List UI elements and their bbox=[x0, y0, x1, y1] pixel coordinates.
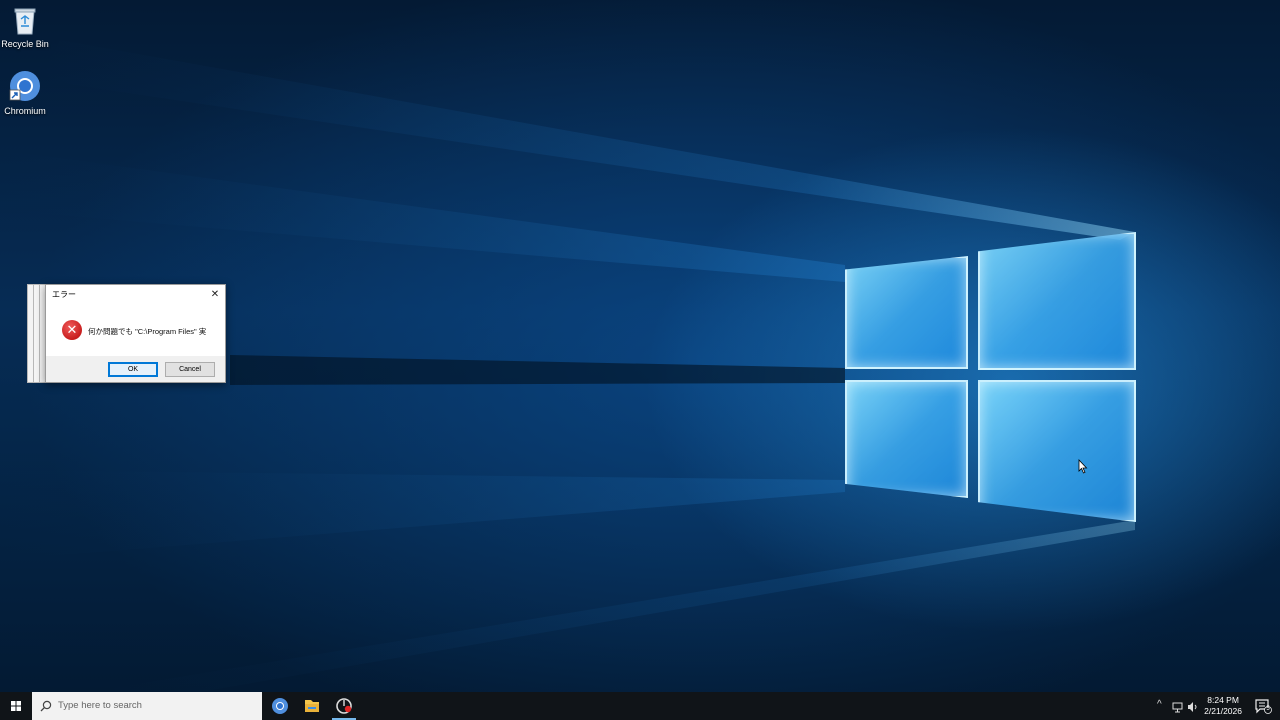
action-center-button[interactable]: 5 bbox=[1254, 698, 1272, 714]
desktop-icon-recycle-bin[interactable]: Recycle Bin bbox=[0, 5, 55, 49]
desktop-icon-label: Recycle Bin bbox=[1, 39, 49, 49]
chromium-icon bbox=[9, 71, 40, 101]
chromium-icon bbox=[272, 698, 288, 714]
app-icon bbox=[336, 698, 352, 714]
close-icon[interactable]: ✕ bbox=[205, 285, 225, 304]
error-icon: ✕ bbox=[62, 320, 82, 340]
windows-start-icon bbox=[11, 701, 21, 711]
notification-count: 5 bbox=[1266, 706, 1270, 712]
taskbar-running-app[interactable] bbox=[328, 692, 360, 720]
dialog-title-bar[interactable]: エラー ✕ bbox=[46, 285, 225, 304]
taskbar-file-explorer[interactable] bbox=[296, 692, 328, 720]
dialog-footer: OK Cancel bbox=[46, 356, 225, 383]
taskbar-search-box[interactable]: Type here to search bbox=[32, 692, 262, 720]
taskbar-clock[interactable]: 8:24 PM 2/21/2026 bbox=[1204, 695, 1242, 717]
tray-chevron-icon[interactable]: ^ bbox=[1157, 699, 1162, 710]
search-placeholder: Type here to search bbox=[58, 700, 142, 711]
ok-button[interactable]: OK bbox=[108, 362, 158, 377]
volume-icon[interactable] bbox=[1187, 701, 1199, 713]
mouse-cursor-icon bbox=[1078, 459, 1088, 474]
taskbar: Type here to search ^ 8:24 PM 2/21/2026 … bbox=[0, 692, 1280, 720]
dialog-title: エラー bbox=[52, 290, 76, 299]
dialog-body: ✕ 何か問題でも "C:\Program Files" 実 bbox=[46, 304, 225, 356]
desktop-icon-label: Chromium bbox=[4, 106, 46, 116]
recycle-bin-icon bbox=[14, 8, 36, 35]
windows-logo-pane-top-left bbox=[845, 256, 968, 369]
taskbar-chromium[interactable] bbox=[264, 692, 296, 720]
clock-date: 2/21/2026 bbox=[1204, 706, 1242, 716]
error-dialog: エラー ✕ ✕ 何か問題でも "C:\Program Files" 実 OK C… bbox=[45, 284, 226, 383]
desktop-icon-chromium[interactable]: Chromium bbox=[0, 70, 55, 116]
windows-logo-pane-top-right bbox=[978, 232, 1136, 370]
windows-logo-pane-bottom-left bbox=[845, 380, 968, 498]
dialog-message: 何か問題でも "C:\Program Files" 実 bbox=[88, 327, 207, 336]
file-explorer-icon bbox=[305, 700, 319, 712]
network-icon[interactable] bbox=[1172, 701, 1184, 713]
search-icon bbox=[40, 700, 52, 712]
cancel-button[interactable]: Cancel bbox=[165, 362, 215, 377]
start-button[interactable] bbox=[0, 692, 32, 720]
windows-logo-pane-bottom-right bbox=[978, 380, 1136, 522]
clock-time: 8:24 PM bbox=[1207, 695, 1239, 705]
